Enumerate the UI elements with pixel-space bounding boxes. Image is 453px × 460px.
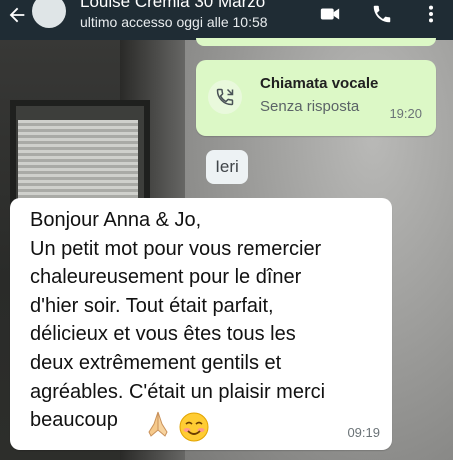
avatar[interactable] — [32, 0, 66, 28]
message-timestamp: 09:19 — [347, 425, 380, 440]
date-divider: Ieri — [206, 150, 248, 184]
last-seen-status: ultimo accesso oggi alle 10:58 — [80, 14, 268, 30]
wallpaper-blinds — [18, 120, 138, 200]
video-camera-icon[interactable] — [318, 3, 342, 25]
message-text: Bonjour Anna & Jo, Un petit mot pour vou… — [30, 209, 326, 432]
contact-name[interactable]: Louise Cremia 30 Marzo — [80, 0, 265, 12]
chat-header: Louise Cremia 30 Marzo ultimo accesso og… — [0, 0, 453, 40]
back-arrow-icon[interactable] — [6, 4, 28, 26]
phone-icon[interactable] — [370, 3, 394, 25]
missed-call-bubble[interactable]: Chiamata vocale Senza risposta 19:20 — [196, 60, 436, 136]
call-type-label: Chiamata vocale — [260, 75, 379, 92]
call-status-label: Senza risposta — [260, 98, 360, 115]
vertical-dots-menu-icon[interactable] — [419, 3, 443, 25]
message-emojis — [145, 410, 215, 442]
call-timestamp: 19:20 — [389, 106, 422, 121]
call-icon-circle — [208, 80, 242, 114]
previous-bubble-edge — [196, 38, 436, 46]
smiling-face-emoji-icon — [179, 412, 209, 442]
missed-call-icon — [216, 88, 234, 106]
folded-hands-emoji-icon — [148, 411, 168, 437]
